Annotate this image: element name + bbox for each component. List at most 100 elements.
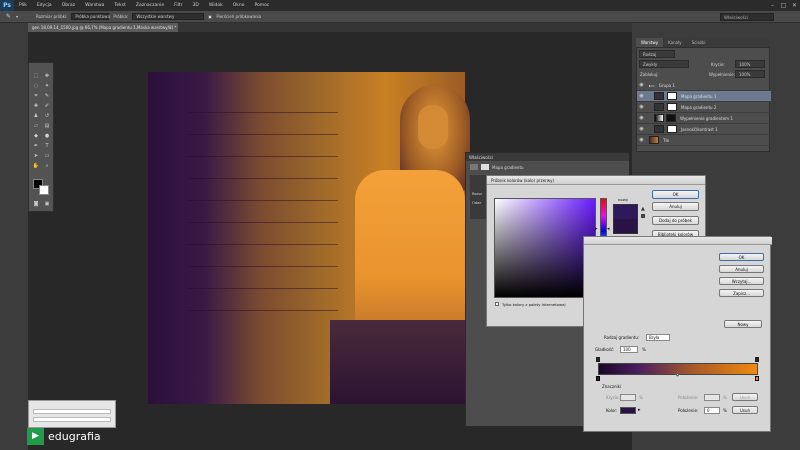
hue-arrow-right-icon[interactable]: ◂ [607, 226, 610, 232]
workspace-select[interactable]: Właściwości [720, 13, 774, 21]
gradient-new-button[interactable]: Nowy [724, 320, 762, 328]
show-ring-label: Pierścień próbkowania [216, 14, 262, 19]
menu-item-5[interactable]: Zaznaczanie [131, 3, 169, 8]
blend-mode-select[interactable]: Zwykły [639, 60, 689, 68]
sample-select[interactable]: Wszystkie warstwy [132, 13, 205, 20]
history-brush-icon[interactable]: ↺ [42, 111, 52, 120]
eyedropper-icon[interactable]: ✎ [6, 13, 11, 20]
eye-icon[interactable]: ◉ [637, 115, 646, 121]
hand-icon[interactable]: ✋ [31, 161, 41, 170]
zoom-icon[interactable]: ⌕ [42, 161, 52, 170]
tab-layers[interactable]: Warstwy [636, 38, 664, 47]
quick-select-icon[interactable]: ✦ [42, 81, 52, 90]
eye-icon[interactable]: ◉ [637, 126, 646, 132]
tool-preset-dropdown[interactable]: ▾ [16, 14, 18, 19]
mask-icon[interactable] [481, 164, 489, 170]
screen-mode-icon[interactable]: ▣ [42, 199, 52, 208]
opacity-stop-right[interactable] [755, 357, 759, 362]
menu-item-3[interactable]: Warstwa [80, 3, 109, 8]
layer-row[interactable]: ◉ Mapa gradientu 1 [637, 91, 771, 102]
midpoint-diamond-icon[interactable] [675, 372, 680, 377]
color-dropdown-icon[interactable]: ▸ [638, 407, 641, 413]
fill-field[interactable]: 100% [735, 70, 765, 78]
healing-icon[interactable]: ✚ [31, 101, 41, 110]
close-button[interactable]: ✕ [789, 0, 800, 11]
move-icon[interactable]: ✥ [42, 71, 52, 80]
sample-size-select[interactable]: Próbka punktowa [71, 13, 110, 20]
type-icon[interactable]: T [42, 141, 52, 150]
menu-item-1[interactable]: Edycja [32, 3, 57, 8]
current-color-swatch[interactable] [613, 219, 638, 234]
color-stop-right[interactable] [755, 376, 759, 381]
stamp-icon[interactable]: ♟ [31, 111, 41, 120]
color-location-label: Położenie: [678, 408, 699, 413]
opacity-stop-left[interactable] [596, 357, 600, 362]
gamut-warning-icon[interactable]: ▲ [641, 206, 645, 212]
reverse-option[interactable]: Odwr [472, 201, 481, 205]
eyedropper-tool-icon[interactable]: ✎ [42, 91, 52, 100]
gradient-type-select[interactable]: Bryła [646, 334, 670, 341]
menu-item-7[interactable]: 3D [188, 3, 204, 8]
lasso-icon[interactable]: ◌ [31, 81, 41, 90]
layer-row[interactable]: ◉ Tło [637, 135, 771, 146]
smoothness-label: Gładkość: [595, 347, 615, 352]
layer-row[interactable]: ◉ Mapa gradientu 2 [637, 102, 771, 113]
tab-channels[interactable]: Kanały [663, 40, 687, 45]
stop-color-swatch[interactable] [620, 407, 636, 414]
hue-arrow-left-icon[interactable]: ▸ [595, 226, 598, 232]
gradient-ok-button[interactable]: OK [719, 253, 764, 261]
menu-item-9[interactable]: Okno [228, 3, 250, 8]
color-location-field[interactable]: 0 [704, 407, 720, 414]
smoothness-field[interactable]: 100 [620, 346, 638, 353]
picker-ok-button[interactable]: OK [652, 190, 699, 199]
crop-icon[interactable]: ⌗ [31, 91, 41, 100]
mini-row[interactable] [33, 409, 111, 414]
layer-row[interactable]: ◉ Jasność/kontrast 1 [637, 124, 771, 135]
document-tab[interactable]: gen 18.09.14_1500.jpg @ 66,7% (Mapa grad… [28, 23, 178, 32]
menu-item-2[interactable]: Obraz [57, 3, 80, 8]
menu-item-6[interactable]: Filtr [169, 3, 187, 8]
blur-icon[interactable]: ◆ [31, 131, 41, 140]
shape-icon[interactable]: ▭ [42, 151, 52, 160]
picker-cancel-button[interactable]: Anuluj [652, 202, 699, 211]
pen-icon[interactable]: ✒ [31, 141, 41, 150]
saturation-brightness-field[interactable] [494, 198, 596, 298]
menu-item-0[interactable]: Plik [14, 3, 32, 8]
quick-mask-icon[interactable]: ◙ [31, 199, 41, 208]
layer-row[interactable]: ◉ Wypełnienie gradientem 1 [637, 113, 771, 124]
menu-item-10[interactable]: Pomoc [249, 3, 274, 8]
dodge-icon[interactable]: ● [42, 131, 52, 140]
options-bar: ✎ ▾ Rozmiar próbki: Próbka punktowa Prób… [0, 11, 800, 23]
photo-face [418, 105, 448, 149]
gradient-cancel-button[interactable]: Anuluj [719, 265, 764, 273]
mini-row[interactable] [33, 417, 111, 422]
marquee-icon[interactable]: ⬚ [31, 71, 41, 80]
maximize-button[interactable]: □ [778, 0, 789, 11]
color-stop-left[interactable] [596, 376, 600, 381]
color-delete-button[interactable]: Usuń [732, 406, 758, 414]
app-logo: Ps [0, 0, 14, 11]
eye-icon[interactable]: ◉ [637, 93, 646, 99]
path-select-icon[interactable]: ➤ [31, 151, 41, 160]
menu-item-4[interactable]: Tekst [109, 3, 130, 8]
background-color-swatch[interactable] [39, 185, 49, 195]
layer-kind-filter[interactable]: Rodzaj [639, 50, 675, 58]
show-ring-checkbox[interactable] [208, 14, 213, 19]
layer-group[interactable]: ◉ ▸▭ Grupa 1 [637, 80, 771, 91]
web-safe-icon[interactable] [641, 214, 645, 218]
opacity-field[interactable]: 100% [735, 60, 765, 68]
eye-icon[interactable]: ◉ [637, 104, 646, 110]
gradient-load-button[interactable]: Wczytaj... [719, 277, 764, 285]
eye-icon[interactable]: ◉ [637, 137, 646, 143]
brush-icon[interactable]: ✐ [42, 101, 52, 110]
minimize-button[interactable]: – [767, 0, 778, 11]
gradient-icon[interactable]: ▤ [42, 121, 52, 130]
web-colors-checkbox[interactable] [495, 302, 499, 306]
dither-option[interactable]: Rozsz [472, 192, 482, 196]
gradient-save-button[interactable]: Zapisz... [719, 289, 764, 297]
add-to-swatches-button[interactable]: Dodaj do próbek [652, 216, 699, 225]
menu-item-8[interactable]: Widok [204, 3, 228, 8]
eye-icon[interactable]: ◉ [637, 82, 646, 88]
tab-paths[interactable]: Ścieżki [687, 40, 711, 45]
eraser-icon[interactable]: ▱ [31, 121, 41, 130]
